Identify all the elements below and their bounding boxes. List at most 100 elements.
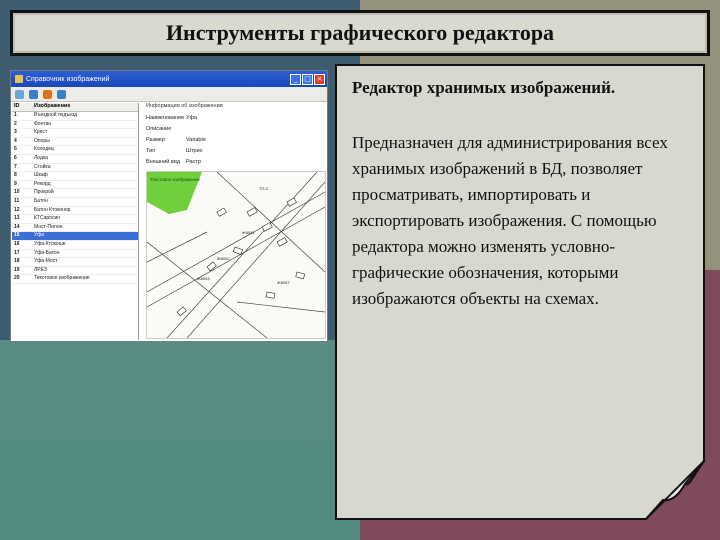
property-row: Размер Variable <box>146 137 326 148</box>
map-label: Ж6057 <box>277 280 290 285</box>
image-row-name: Прокрой <box>34 189 54 196</box>
map-label: Ж6051 <box>242 230 255 235</box>
image-row[interactable]: 12 Батон Ктоконор <box>12 207 138 216</box>
image-row-id: 18 <box>14 258 20 265</box>
map-label: Ж6053 <box>197 276 210 281</box>
image-row[interactable]: 6 Лодка <box>12 155 138 164</box>
window-controls: _ □ × <box>290 73 325 85</box>
property-value[interactable]: Растр <box>186 159 201 170</box>
image-row-id: 19 <box>14 266 20 273</box>
delete-icon[interactable] <box>43 89 52 99</box>
image-row[interactable]: 14 Мост-Пилон <box>12 224 138 233</box>
image-row[interactable]: 20 Текстовое изображение <box>12 275 138 284</box>
image-row-id: 20 <box>14 275 20 282</box>
image-row-id: 3 <box>14 129 17 136</box>
property-row: Тип Штрих <box>146 148 326 159</box>
image-row-name: Въездной подъезд <box>34 112 78 118</box>
image-row[interactable]: 2 Фонтан <box>12 121 138 130</box>
add-icon[interactable] <box>15 89 24 99</box>
description-heading: Редактор хранимых изображений. <box>352 78 616 97</box>
column-id: ID <box>14 103 20 109</box>
window-titlebar: Справочник изображений _ □ × <box>11 71 327 87</box>
image-row-id: 15 <box>14 232 20 239</box>
image-row[interactable]: 7 Стойка <box>12 164 138 173</box>
image-row-id: 12 <box>14 206 20 213</box>
image-row[interactable]: 17 Уфа-Батон <box>12 250 138 259</box>
description-text: Предназначен для администрирования всех … <box>352 133 668 308</box>
map-label: ТП-2 <box>259 186 269 191</box>
property-label: Внешний вид <box>146 159 181 165</box>
property-value[interactable]: Variable <box>186 137 206 148</box>
property-row: Описание <box>146 126 326 137</box>
property-row: Внешний вид Растр <box>146 159 326 170</box>
editor-screenshot: Справочник изображений _ □ × ID Изображе… <box>10 70 328 342</box>
column-name: Изображение <box>34 103 71 109</box>
image-row-id: 16 <box>14 240 20 247</box>
page-curl-icon <box>645 460 705 520</box>
app-icon <box>15 75 23 83</box>
image-row[interactable]: 4 Опоры <box>12 138 138 147</box>
background-bottomleft-lower <box>0 440 360 540</box>
image-row-name: Батон Ктоконор <box>34 206 71 213</box>
maximize-icon[interactable]: □ <box>302 73 313 85</box>
property-label: Тип <box>146 148 156 154</box>
image-row[interactable]: 15 Уфа <box>12 232 138 241</box>
image-row-name: Уфа <box>34 232 45 239</box>
image-row-id: 14 <box>14 223 20 230</box>
image-row-id: 17 <box>14 249 20 256</box>
image-row-name: Батон <box>34 197 48 204</box>
image-row[interactable]: 16 Уфа-Ктокоше <box>12 241 138 250</box>
image-row-id: 2 <box>14 120 17 127</box>
property-label: Наименование <box>146 115 185 121</box>
image-row[interactable]: 18 Уфа-Мост <box>12 258 138 267</box>
slide-title-bar: Инструменты графического редактора <box>10 10 710 56</box>
image-row-id: 5 <box>14 146 17 153</box>
map-preview: Текстовое изображение ТП-2 Ж6051 Ж6052 Ж… <box>146 171 326 339</box>
description-card: Редактор хранимых изображений. Предназна… <box>335 64 705 520</box>
image-row-name: Лодка <box>34 154 48 161</box>
image-row-id: 6 <box>14 154 17 161</box>
editor-toolbar <box>11 87 327 102</box>
image-row-name: Рекорд <box>34 180 51 187</box>
image-row-name: Шкаф <box>34 172 48 179</box>
minimize-icon[interactable]: _ <box>290 73 301 85</box>
image-row-id: 8 <box>14 172 17 179</box>
window-title: Справочник изображений <box>26 75 110 83</box>
property-label: Размер <box>146 137 165 143</box>
image-row-id: 10 <box>14 189 20 196</box>
image-list-header: ID Изображение <box>12 103 138 112</box>
image-row[interactable]: 10 Прокрой <box>12 189 138 198</box>
property-value[interactable]: Штрих <box>186 148 202 159</box>
image-list: ID Изображение 1 Въездной подъезд 2 Фонтан 3… <box>12 103 139 340</box>
property-value[interactable]: Уфа <box>186 115 197 126</box>
image-row-name: Колодец <box>34 146 54 153</box>
save-icon[interactable] <box>29 89 38 99</box>
image-row-name: Уфа-Ктокоше <box>34 240 66 247</box>
image-row[interactable]: 8 Шкаф <box>12 172 138 181</box>
image-row-name: КТСаросин <box>34 215 61 222</box>
close-icon[interactable]: × <box>314 73 325 85</box>
map-green-label: Текстовое изображение <box>150 177 201 182</box>
image-row-name: ЛРЕЗ <box>34 266 47 273</box>
properties-header: Информация об изображении <box>146 103 223 109</box>
property-label: Описание <box>146 126 172 132</box>
image-row-name: Стойка <box>34 163 51 170</box>
image-row-id: 13 <box>14 215 20 222</box>
image-row[interactable]: 1 Въездной подъезд <box>12 112 138 121</box>
image-row[interactable]: 3 Крест <box>12 129 138 138</box>
image-row[interactable]: 5 Колодец <box>12 146 138 155</box>
refresh-icon[interactable] <box>57 89 66 99</box>
image-row-id: 4 <box>14 137 17 144</box>
image-row[interactable]: 19 ЛРЕЗ <box>12 267 138 276</box>
map-buildings <box>176 197 306 317</box>
image-row[interactable]: 9 Рекорд <box>12 181 138 190</box>
image-row-id: 1 <box>14 112 17 118</box>
image-row[interactable]: 11 Батон <box>12 198 138 207</box>
slide-title: Инструменты графического редактора <box>165 20 555 45</box>
image-row-name: Уфа-Мост <box>34 258 58 265</box>
image-row-name: Уфа-Батон <box>34 249 60 256</box>
image-row-id: 9 <box>14 180 17 187</box>
map-label: Ж6052 <box>217 256 230 261</box>
image-row-name: Текстовое изображение <box>34 275 90 282</box>
image-row[interactable]: 13 КТСаросин <box>12 215 138 224</box>
